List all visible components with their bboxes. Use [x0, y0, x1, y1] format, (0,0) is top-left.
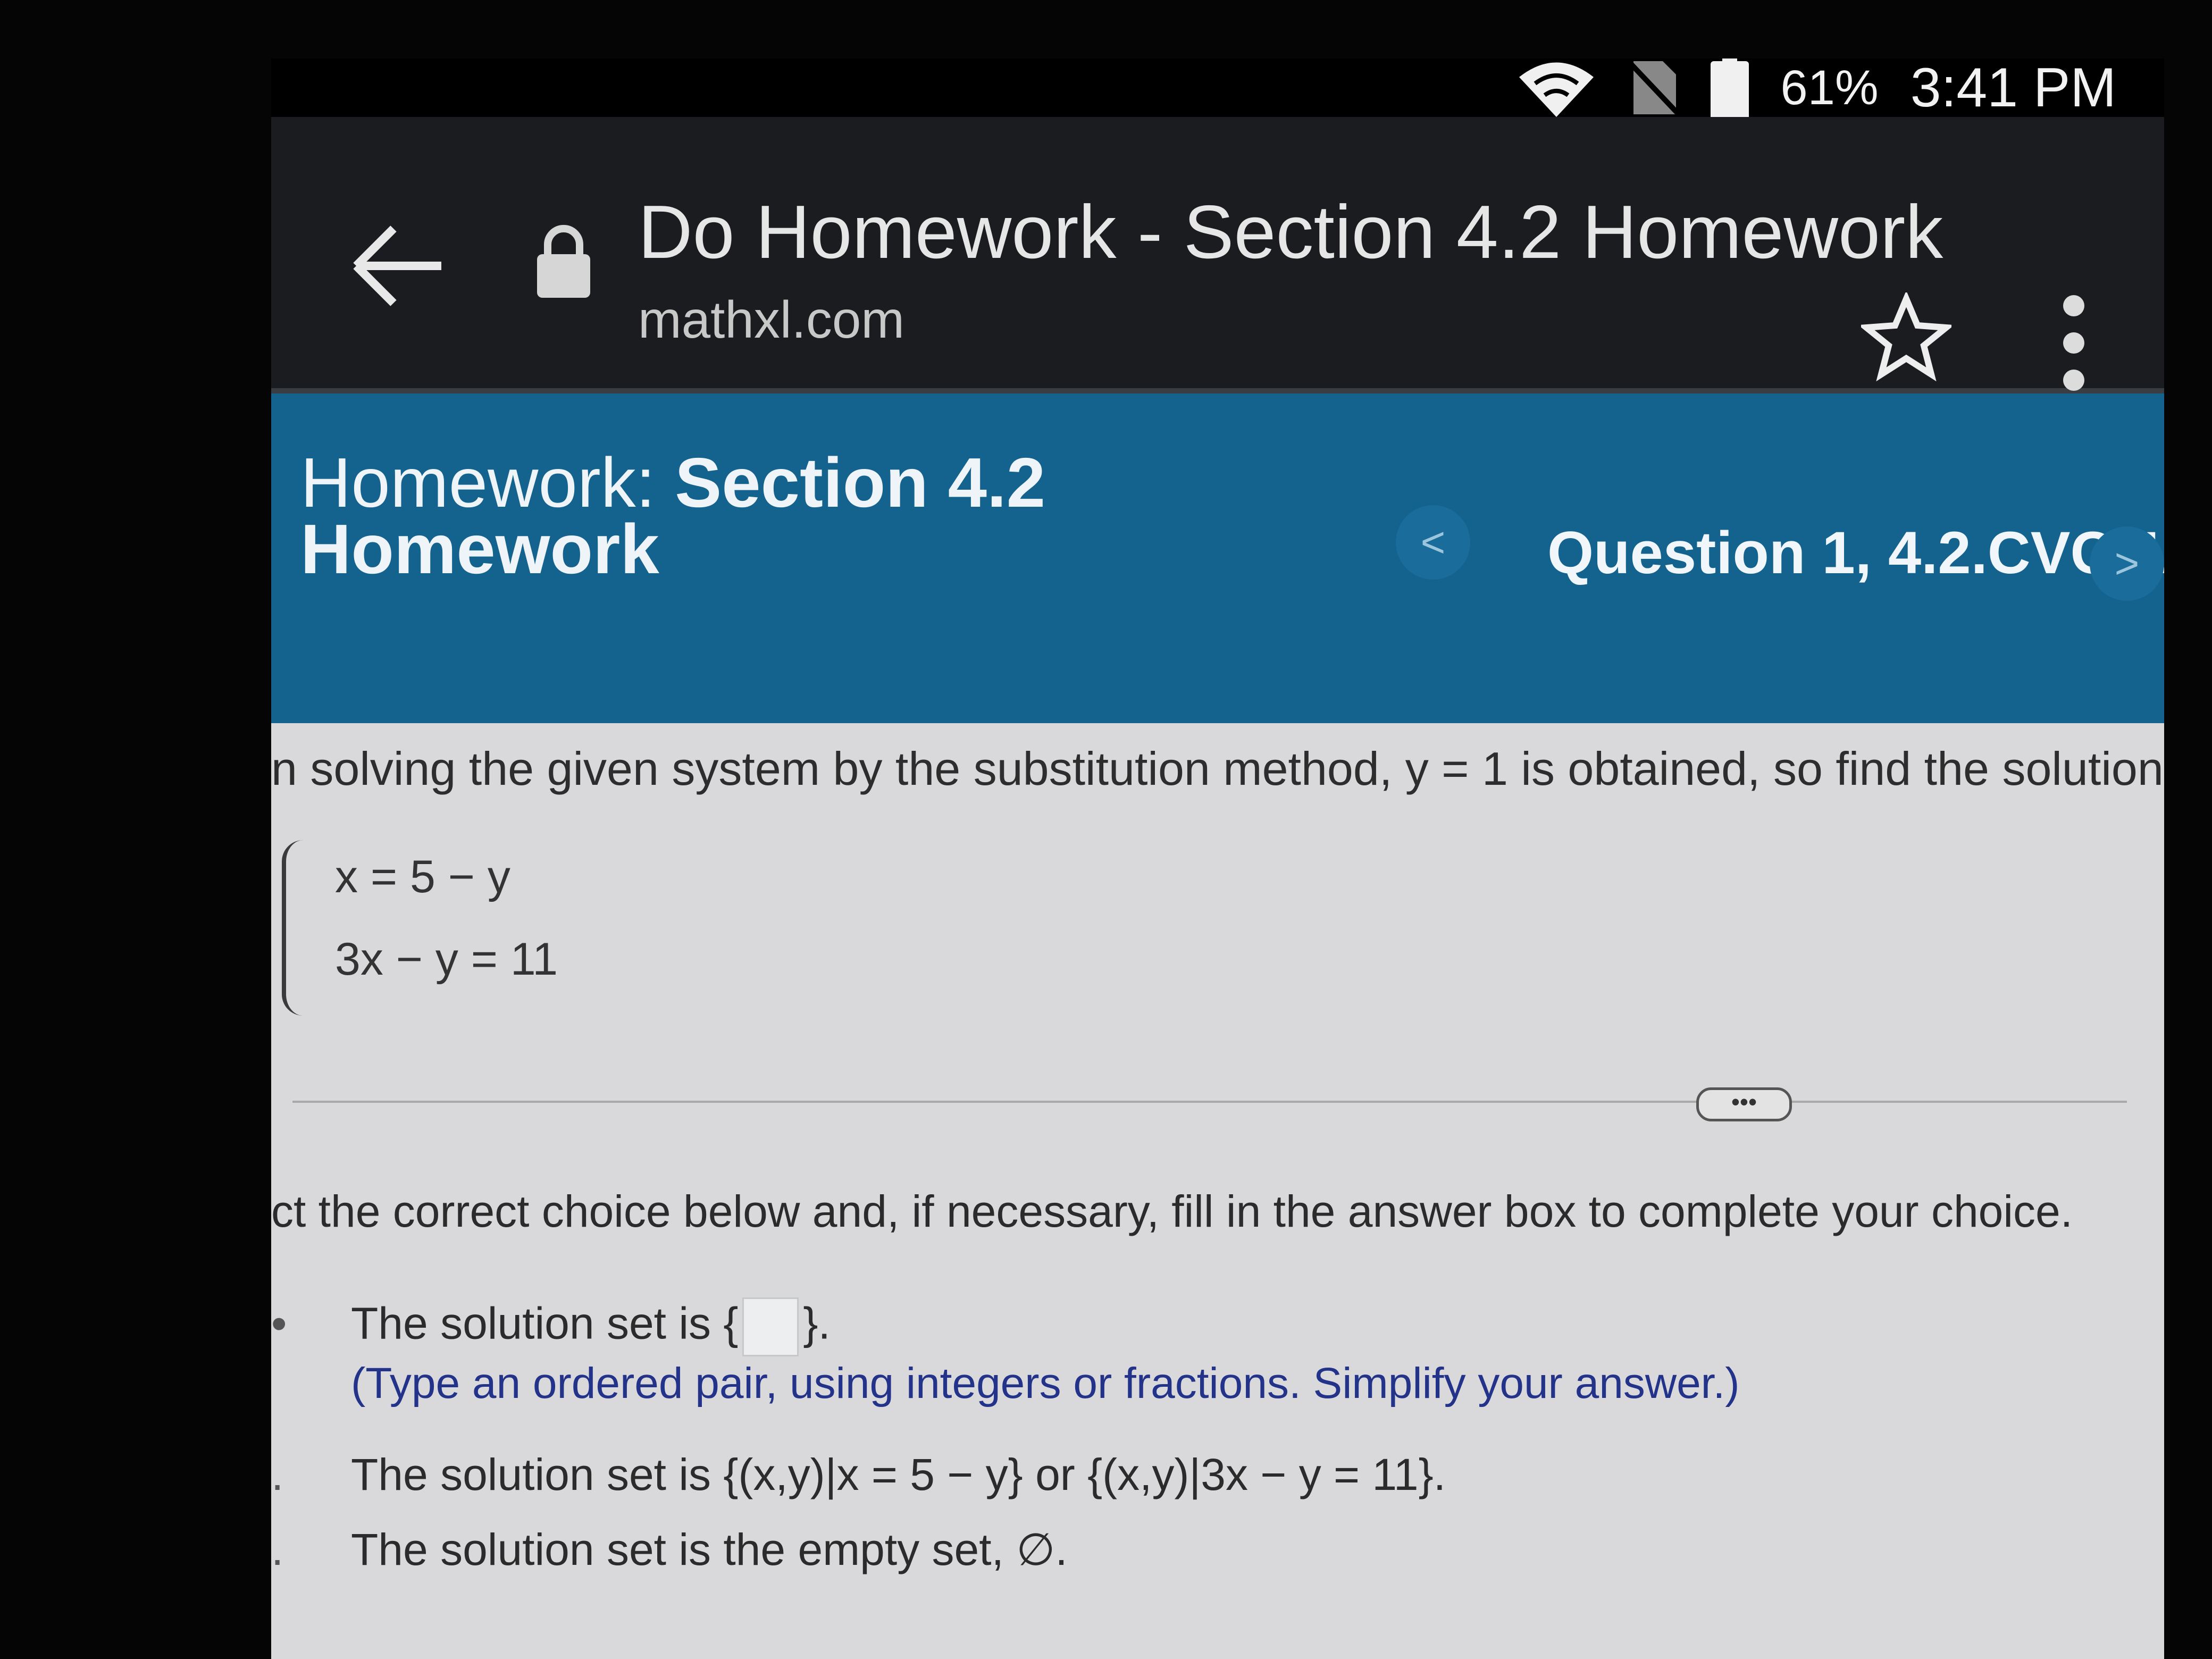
choice-a-marker[interactable]: • — [271, 1298, 351, 1350]
homework-header: Homework: Section 4.2 Homework < Questio… — [271, 393, 2164, 723]
equation-system: x = 5 − y 3x − y = 11 — [282, 840, 601, 1021]
more-button[interactable]: ••• — [1696, 1087, 1792, 1121]
page-url[interactable]: mathxl.com — [638, 290, 904, 350]
equation-2: 3x − y = 11 — [335, 934, 558, 985]
previous-question-button[interactable]: < — [1396, 505, 1470, 580]
choice-a-close: }. — [803, 1298, 831, 1348]
choice-a-text: The solution set is { — [351, 1298, 739, 1348]
battery-percent: 61% — [1780, 60, 1879, 115]
choice-c-text: The solution set is the empty set, ∅. — [351, 1524, 1068, 1574]
choice-c[interactable]: . The solution set is the empty set, ∅. — [271, 1523, 1068, 1576]
instruction-text: ct the correct choice below and, if nece… — [271, 1186, 2073, 1236]
back-icon[interactable] — [346, 213, 452, 319]
choice-b-marker[interactable]: . — [271, 1449, 351, 1501]
homework-name: Homework — [300, 510, 659, 588]
choice-a-hint: (Type an ordered pair, using integers or… — [351, 1359, 1740, 1407]
answer-input[interactable] — [742, 1297, 799, 1356]
question-text: n solving the given system by the substi… — [271, 742, 2164, 795]
battery-icon — [1710, 58, 1749, 120]
choice-a[interactable]: • The solution set is {}. — [271, 1297, 831, 1356]
page-title: Do Homework - Section 4.2 Homework — [638, 190, 1943, 274]
status-bar: 61% 3:41 PM — [271, 58, 2164, 120]
equation-1: x = 5 − y — [335, 851, 510, 902]
menu-icon[interactable] — [2058, 292, 2090, 393]
no-sim-icon — [1630, 61, 1679, 116]
wifi-icon — [1519, 62, 1594, 117]
status-icons: 61% 3:41 PM — [1514, 58, 2116, 120]
homework-title: Homework: Section 4.2 Homework — [300, 448, 1045, 584]
choice-b[interactable]: . The solution set is {(x,y)|x = 5 − y} o… — [271, 1449, 1446, 1501]
next-question-button[interactable]: > — [2090, 526, 2164, 601]
divider — [292, 1101, 2127, 1103]
left-brace — [282, 840, 318, 1016]
question-label: Question 1, 4.2.CVC-1 — [1547, 520, 2164, 586]
choice-b-text: The solution set is {(x,y)|x = 5 − y} or… — [351, 1449, 1446, 1499]
browser-toolbar: Do Homework - Section 4.2 Homework mathx… — [271, 117, 2164, 393]
lock-icon — [537, 225, 590, 298]
phone-screen: 61% 3:41 PM Do Homework - Section 4.2 Ho… — [271, 58, 2164, 1659]
clock: 3:41 PM — [1910, 58, 2116, 119]
homework-section: Section 4.2 — [675, 443, 1046, 522]
choice-c-marker[interactable]: . — [271, 1524, 351, 1576]
question-content: n solving the given system by the substi… — [271, 723, 2164, 1659]
star-icon[interactable] — [1861, 292, 1951, 383]
